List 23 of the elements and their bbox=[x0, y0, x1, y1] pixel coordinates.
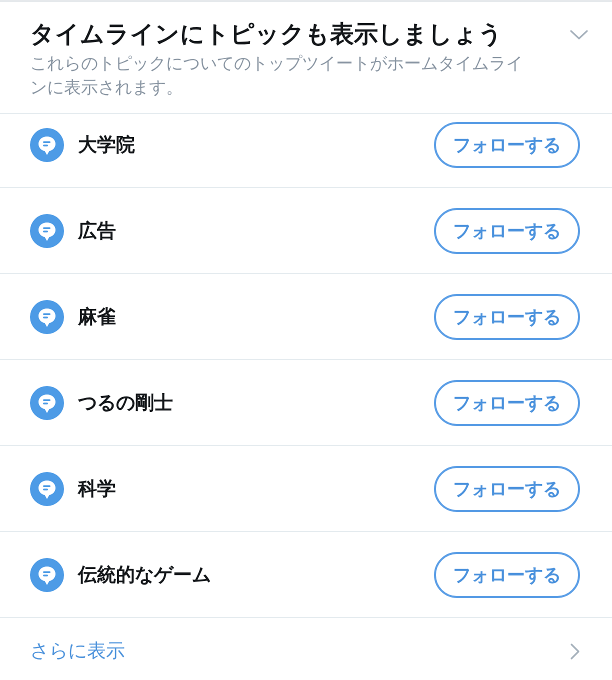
topic-name: 科学 bbox=[78, 476, 116, 502]
topic-name: つるの剛士 bbox=[78, 390, 173, 416]
topic-name: 伝統的なゲーム bbox=[78, 562, 211, 588]
section-title: タイムラインにトピックも表示しましょう bbox=[30, 19, 504, 50]
section-description: これらのトピックについてのトップツイートがホームタイムラインに表示されます。 bbox=[30, 53, 524, 100]
topic-name: 大学院 bbox=[78, 132, 135, 158]
show-more-link[interactable]: さらに表示 bbox=[30, 639, 125, 663]
topic-name: 広告 bbox=[78, 218, 116, 244]
chevron-right-icon[interactable] bbox=[570, 643, 580, 660]
speech-bubble-icon bbox=[30, 214, 64, 248]
chevron-down-icon[interactable] bbox=[570, 30, 588, 40]
follow-button[interactable]: フォローする bbox=[434, 294, 580, 340]
speech-bubble-icon bbox=[30, 300, 64, 334]
speech-bubble-icon bbox=[30, 386, 64, 420]
follow-button[interactable]: フォローする bbox=[434, 380, 580, 426]
speech-bubble-icon bbox=[30, 472, 64, 506]
follow-button[interactable]: フォローする bbox=[434, 552, 580, 598]
follow-button[interactable]: フォローする bbox=[434, 208, 580, 254]
follow-button[interactable]: フォローする bbox=[434, 122, 580, 168]
topic-name: 麻雀 bbox=[78, 304, 116, 330]
speech-bubble-icon bbox=[30, 558, 64, 592]
follow-button[interactable]: フォローする bbox=[434, 466, 580, 512]
speech-bubble-icon bbox=[30, 128, 64, 162]
